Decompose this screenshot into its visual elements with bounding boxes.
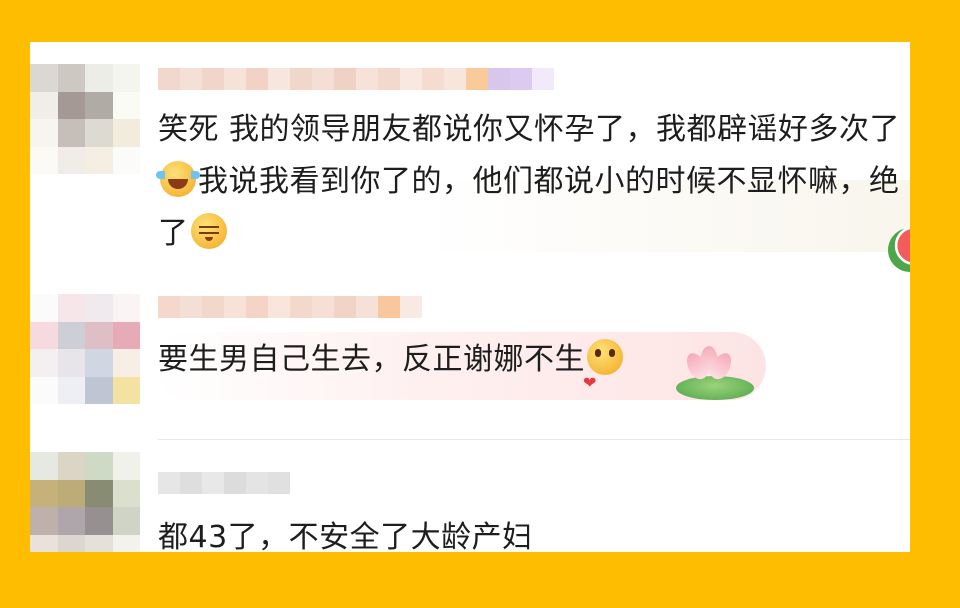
avatar[interactable] (30, 294, 140, 404)
divider (158, 439, 910, 440)
comment-item-1: 笑死 我的领导朋友都说你又怀孕了，我都辟谣好多次了我说我看到你了的，他们都说小的… (30, 42, 910, 282)
laughing-crying-emoji-icon (156, 161, 200, 197)
comment-item-2: 要生男自己生去，反正谢娜不生 (30, 282, 910, 442)
comment-card: 笑死 我的领导朋友都说你又怀孕了，我都辟谣好多次了我说我看到你了的，他们都说小的… (30, 42, 910, 552)
comment-text: 要生男自己生去，反正谢娜不生 (158, 334, 758, 409)
avatar[interactable] (30, 452, 140, 552)
awkward-shy-emoji-icon (190, 213, 227, 249)
lotus-icon (670, 338, 760, 408)
avatar[interactable] (30, 64, 140, 174)
heart-hug-emoji-icon (583, 339, 623, 409)
comment-text: 都43了，不安全了大龄产妇 (158, 520, 533, 552)
comment-item-3: 都43了，不安全了大龄产妇 (30, 442, 910, 552)
username-blurred[interactable] (158, 68, 554, 90)
username-blurred[interactable] (158, 472, 290, 494)
username-blurred[interactable] (158, 296, 422, 318)
comment-text: 笑死 我的领导朋友都说你又怀孕了，我都辟谣好多次了我说我看到你了的，他们都说小的… (156, 112, 901, 251)
